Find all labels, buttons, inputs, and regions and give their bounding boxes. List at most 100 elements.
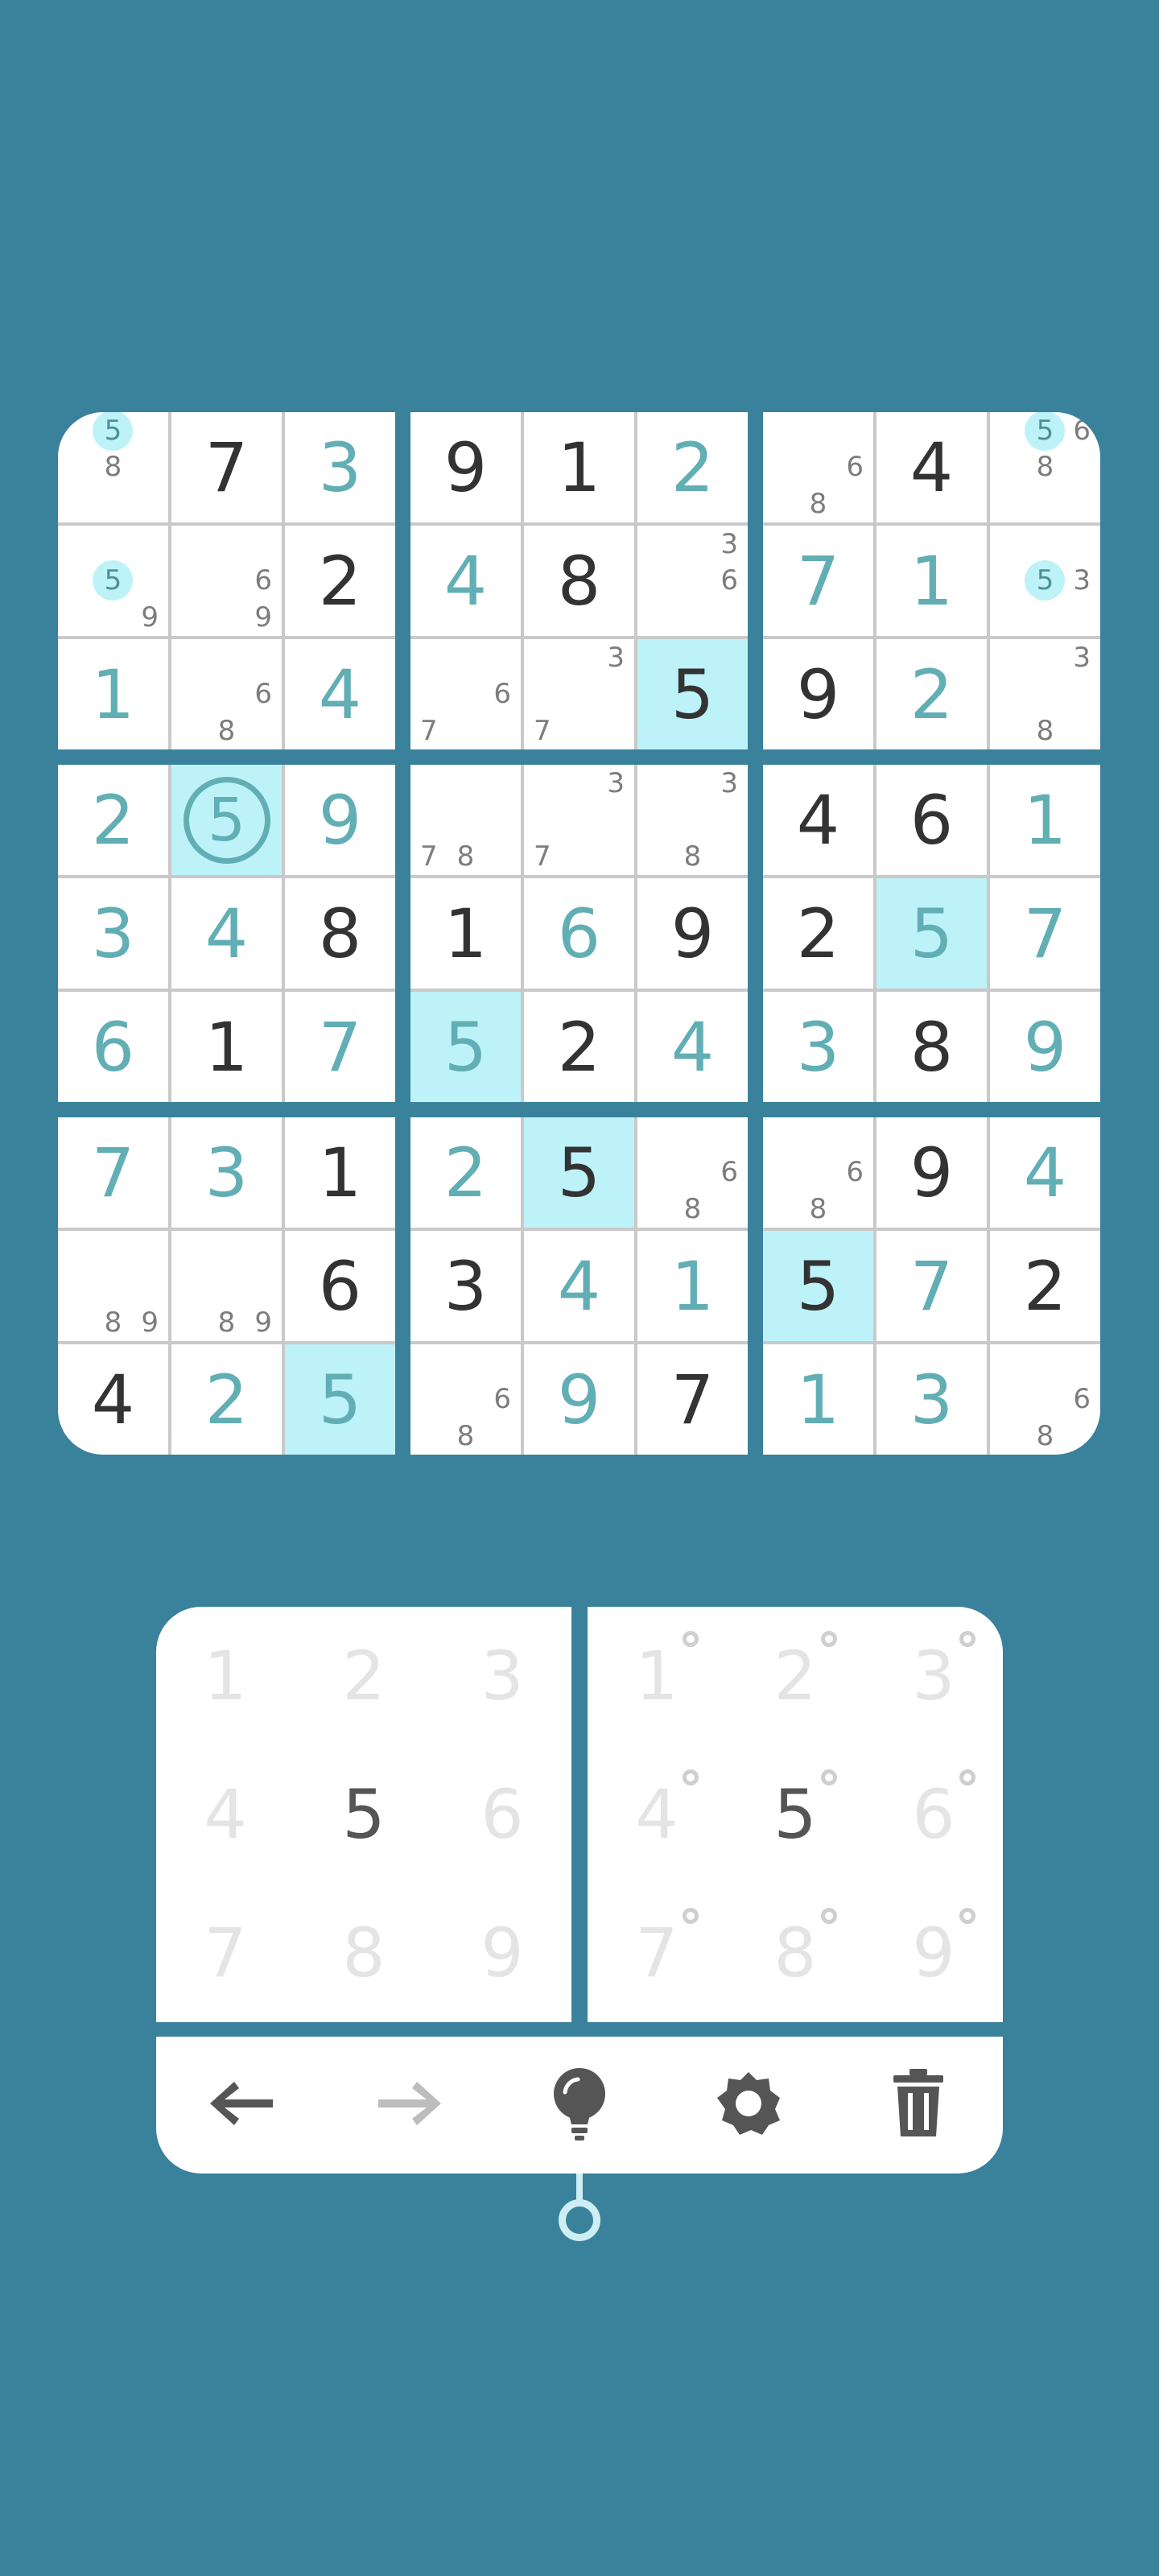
- redo-button[interactable]: [362, 2057, 459, 2153]
- board-cell[interactable]: 58: [58, 412, 168, 522]
- drawer-handle[interactable]: [559, 2199, 600, 2241]
- board-cell[interactable]: 1: [171, 992, 282, 1102]
- board-cell[interactable]: 9: [990, 992, 1100, 1102]
- board-cell[interactable]: 78: [410, 765, 521, 875]
- board-cell[interactable]: 1: [876, 526, 987, 636]
- number-key-4[interactable]: 4: [156, 1745, 295, 1884]
- board-cell[interactable]: 3: [58, 878, 168, 989]
- board-cell[interactable]: 1: [410, 878, 521, 989]
- board-cell[interactable]: 37: [524, 765, 634, 875]
- board-cell[interactable]: 1: [637, 1231, 748, 1341]
- board-cell[interactable]: 38: [637, 765, 748, 875]
- board-cell[interactable]: 9: [524, 1344, 634, 1455]
- board-cell[interactable]: 68: [763, 412, 873, 522]
- board-cell[interactable]: 2: [171, 1344, 282, 1455]
- board-cell[interactable]: 9: [637, 878, 748, 989]
- number-key-7[interactable]: 7: [156, 1884, 295, 2022]
- board-cell[interactable]: 2: [58, 765, 168, 875]
- board-cell[interactable]: 37: [524, 639, 634, 749]
- note-key-9[interactable]: 9: [864, 1884, 1003, 2022]
- board-cell[interactable]: 2: [876, 639, 987, 749]
- note-key-5[interactable]: 5: [726, 1745, 864, 1884]
- board-cell[interactable]: 5: [763, 1231, 873, 1341]
- board-cell[interactable]: 89: [58, 1231, 168, 1341]
- hint-button[interactable]: [531, 2057, 628, 2153]
- undo-button[interactable]: [192, 2057, 289, 2153]
- note-key-1[interactable]: 1: [588, 1607, 726, 1745]
- board-cell[interactable]: 7: [58, 1117, 168, 1228]
- board-cell[interactable]: 5: [637, 639, 748, 749]
- note-key-3[interactable]: 3: [864, 1607, 1003, 1745]
- board-cell[interactable]: 9: [763, 639, 873, 749]
- board-cell[interactable]: 68: [763, 1117, 873, 1228]
- number-key-3[interactable]: 3: [433, 1607, 571, 1745]
- board-cell[interactable]: 68: [637, 1117, 748, 1228]
- board-cell[interactable]: 2: [524, 992, 634, 1102]
- board-cell[interactable]: 7: [990, 878, 1100, 989]
- board-cell[interactable]: 68: [990, 1344, 1100, 1455]
- board-cell[interactable]: 4: [171, 878, 282, 989]
- board-cell[interactable]: 38: [990, 639, 1100, 749]
- board-cell[interactable]: 3: [763, 992, 873, 1102]
- board-cell[interactable]: 4: [58, 1344, 168, 1455]
- note-key-2[interactable]: 2: [726, 1607, 864, 1745]
- board-cell[interactable]: 4: [876, 412, 987, 522]
- board-cell[interactable]: 2: [990, 1231, 1100, 1341]
- board-cell[interactable]: 3: [285, 412, 395, 522]
- board-cell[interactable]: 9: [876, 1117, 987, 1228]
- board-cell[interactable]: 1: [763, 1344, 873, 1455]
- board-cell[interactable]: 4: [990, 1117, 1100, 1228]
- board-cell[interactable]: 7: [171, 412, 282, 522]
- board-cell[interactable]: 5: [410, 992, 521, 1102]
- board-cell[interactable]: 9: [285, 765, 395, 875]
- board-cell[interactable]: 7: [285, 992, 395, 1102]
- note-key-6[interactable]: 6: [864, 1745, 1003, 1884]
- board-cell[interactable]: 1: [58, 639, 168, 749]
- board-cell[interactable]: 4: [637, 992, 748, 1102]
- board-cell[interactable]: 6: [876, 765, 987, 875]
- board-cell[interactable]: 2: [285, 526, 395, 636]
- note-key-4[interactable]: 4: [588, 1745, 726, 1884]
- board-cell[interactable]: 1: [285, 1117, 395, 1228]
- board-cell[interactable]: 67: [410, 639, 521, 749]
- board-cell[interactable]: 3: [410, 1231, 521, 1341]
- board-cell[interactable]: 8: [524, 526, 634, 636]
- board-cell[interactable]: 6: [58, 992, 168, 1102]
- board-cell[interactable]: 5: [285, 1344, 395, 1455]
- board-cell[interactable]: 1: [990, 765, 1100, 875]
- board-cell[interactable]: 4: [763, 765, 873, 875]
- board-cell[interactable]: 7: [637, 1344, 748, 1455]
- number-key-1[interactable]: 1: [156, 1607, 295, 1745]
- board-cell[interactable]: 7: [763, 526, 873, 636]
- number-key-9[interactable]: 9: [433, 1884, 571, 2022]
- board-cell[interactable]: 36: [637, 526, 748, 636]
- settings-button[interactable]: [700, 2057, 797, 2153]
- number-key-2[interactable]: 2: [295, 1607, 433, 1745]
- board-cell[interactable]: 3: [876, 1344, 987, 1455]
- board-cell[interactable]: 6: [524, 878, 634, 989]
- board-cell[interactable]: 5: [524, 1117, 634, 1228]
- board-cell[interactable]: 69: [171, 526, 282, 636]
- board-cell[interactable]: 2: [763, 878, 873, 989]
- number-key-5[interactable]: 5: [295, 1745, 433, 1884]
- board-cell[interactable]: 68: [410, 1344, 521, 1455]
- board-cell[interactable]: 5: [876, 878, 987, 989]
- board-cell[interactable]: 3: [171, 1117, 282, 1228]
- board-cell[interactable]: 8: [285, 878, 395, 989]
- board-cell[interactable]: 4: [410, 526, 521, 636]
- board-cell[interactable]: 2: [637, 412, 748, 522]
- board-cell[interactable]: 7: [876, 1231, 987, 1341]
- board-cell[interactable]: 568: [990, 412, 1100, 522]
- board-cell[interactable]: 59: [58, 526, 168, 636]
- note-key-7[interactable]: 7: [588, 1884, 726, 2022]
- board-cell[interactable]: 9: [410, 412, 521, 522]
- board-cell[interactable]: 1: [524, 412, 634, 522]
- board-cell[interactable]: 89: [171, 1231, 282, 1341]
- board-cell[interactable]: 4: [285, 639, 395, 749]
- note-key-8[interactable]: 8: [726, 1884, 864, 2022]
- number-key-8[interactable]: 8: [295, 1884, 433, 2022]
- board-cell[interactable]: 8: [876, 992, 987, 1102]
- board-cell[interactable]: 2: [410, 1117, 521, 1228]
- erase-button[interactable]: [870, 2057, 967, 2153]
- selected-cell[interactable]: 5: [171, 765, 282, 875]
